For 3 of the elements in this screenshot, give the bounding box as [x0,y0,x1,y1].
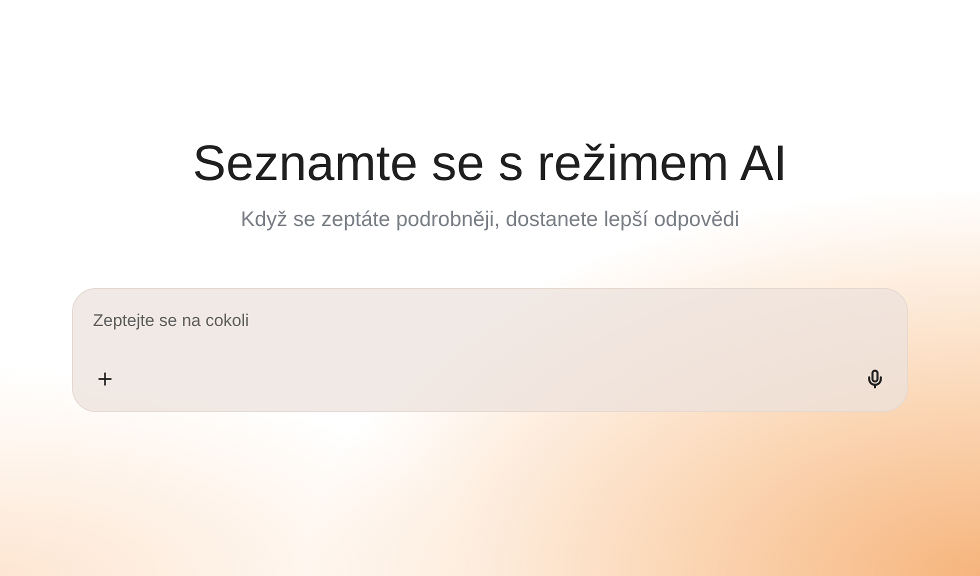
page-subtitle: Když se zeptáte podrobněji, dostanete lepší odpovědi [240,208,740,232]
page-title: Seznamte se s režimem AI [192,134,788,193]
search-field[interactable]: Zeptejte se na cokoli [93,311,793,331]
